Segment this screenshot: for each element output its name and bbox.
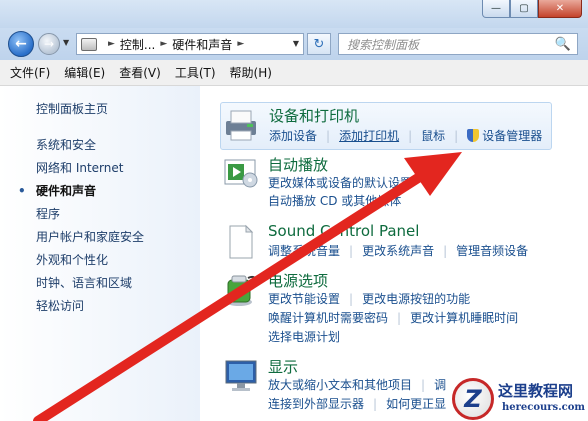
link-sleep-time[interactable]: 更改计算机睡眠时间 [410,309,518,326]
sidebar-list: 系统和安全 网络和 Internet 硬件和声音 程序 用户帐户和家庭安全 外观… [18,134,144,318]
breadcrumb-control-panel[interactable]: 控制... [120,36,155,53]
monitor-icon [225,360,257,391]
sidebar-item-user-accounts[interactable]: 用户帐户和家庭安全 [36,226,144,249]
uac-shield-icon [467,129,480,142]
address-bar[interactable]: ► 控制... ► 硬件和声音 ► ▼ [76,33,304,55]
category-title-autoplay[interactable]: 自动播放 [268,154,328,175]
maximize-button[interactable]: ▢ [510,0,538,18]
link-adjust-volume[interactable]: 调整系统音量 [268,242,340,259]
search-placeholder: 搜索控制面板 [347,37,420,52]
sidebar-item-hardware-sound[interactable]: 硬件和声音 [18,180,144,203]
watermark-name: 这里教程网 [498,382,574,400]
link-autoplay-cd[interactable]: 自动播放 CD 或其他媒体 [268,192,401,209]
category-title-power[interactable]: 电源选项 [268,270,328,291]
search-input[interactable]: 搜索控制面板 🔍 [338,33,578,55]
sidebar-item-system-security[interactable]: 系统和安全 [36,134,144,157]
category-power[interactable]: 电源选项 更改节能设置 | 更改电源按钮的功能 唤醒计算机时需要密码 | 更改计… [220,268,552,348]
link-add-printer[interactable]: 添加打印机 [339,127,399,144]
watermark-logo: Z [452,378,494,420]
menu-bar: 文件(F) 编辑(E) 查看(V) 工具(T) 帮助(H) [0,60,588,86]
recent-pages-dropdown-icon[interactable]: ▼ [63,38,69,47]
category-links-autoplay-row1: 更改媒体或设备的默认设置 [268,174,412,191]
category-autoplay[interactable]: 自动播放 更改媒体或设备的默认设置 自动播放 CD 或其他媒体 [220,152,552,208]
title-bar: — ▢ ✕ [0,0,588,28]
category-links-autoplay-row2: 自动播放 CD 或其他媒体 [268,192,401,209]
link-text-size[interactable]: 放大或缩小文本和其他项目 [268,376,412,393]
breadcrumb-separator-icon[interactable]: ► [160,39,167,49]
menu-file[interactable]: 文件(F) [10,64,50,81]
link-external-display[interactable]: 连接到外部显示器 [268,395,364,412]
sidebar-item-appearance[interactable]: 外观和个性化 [36,249,144,272]
category-links-power-row3: 选择电源计划 [268,328,340,345]
link-wake-password[interactable]: 唤醒计算机时需要密码 [268,309,388,326]
link-correct-display[interactable]: 如何更正显 [386,395,446,412]
link-manage-audio-devices[interactable]: 管理音频设备 [456,242,528,259]
link-change-sounds[interactable]: 更改系统声音 [362,242,434,259]
back-button[interactable]: ← [8,31,34,57]
link-device-manager[interactable]: 设备管理器 [482,127,542,144]
watermark: Z 这里教程网 herecours.com [452,376,588,421]
link-mouse[interactable]: 鼠标 [421,127,445,144]
menu-edit[interactable]: 编辑(E) [64,64,105,81]
main-content: 设备和打印机 添加设备 | 添加打印机 | 鼠标 | 设备管理器 自动播放 更改… [200,86,588,421]
sidebar-item-clock-language[interactable]: 时钟、语言和区域 [36,272,144,295]
category-links-display-row1: 放大或缩小文本和其他项目 | 调 [268,376,447,393]
sidebar-item-programs[interactable]: 程序 [36,203,144,226]
category-links-power-row2: 唤醒计算机时需要密码 | 更改计算机睡眠时间 [268,309,519,326]
category-sound[interactable]: Sound Control Panel 调整系统音量 | 更改系统声音 | 管理… [220,220,552,264]
link-power-buttons[interactable]: 更改电源按钮的功能 [362,290,470,307]
category-links-power-row1: 更改节能设置 | 更改电源按钮的功能 [268,290,471,307]
category-links-devices: 添加设备 | 添加打印机 | 鼠标 | 设备管理器 [269,127,543,144]
breadcrumb-separator-icon[interactable]: ► [108,39,115,49]
category-title-sound[interactable]: Sound Control Panel [268,222,419,240]
breadcrumb-separator-icon[interactable]: ► [237,39,244,49]
battery-icon [226,275,259,306]
search-icon[interactable]: 🔍 [555,37,571,52]
minimize-button[interactable]: — [482,0,510,18]
menu-view[interactable]: 查看(V) [119,64,161,81]
sidebar-item-network[interactable]: 网络和 Internet [36,157,144,180]
link-add-device[interactable]: 添加设备 [269,127,317,144]
document-icon [229,224,254,259]
link-power-plan[interactable]: 选择电源计划 [268,328,340,345]
link-display-more[interactable]: 调 [434,376,446,393]
close-button[interactable]: ✕ [538,0,582,18]
category-links-sound: 调整系统音量 | 更改系统声音 | 管理音频设备 [268,242,529,259]
menu-help[interactable]: 帮助(H) [230,64,272,81]
category-title-display[interactable]: 显示 [268,356,298,377]
link-power-saving[interactable]: 更改节能设置 [268,290,340,307]
sidebar-home-link[interactable]: 控制面板主页 [36,100,108,117]
sidebar: 控制面板主页 系统和安全 网络和 Internet 硬件和声音 程序 用户帐户和… [0,86,200,421]
forward-button[interactable]: → [38,33,60,55]
link-change-media-defaults[interactable]: 更改媒体或设备的默认设置 [268,174,412,191]
control-panel-icon [81,37,97,51]
category-links-display-row2: 连接到外部显示器 | 如何更正显 [268,395,447,412]
category-title-devices-printers[interactable]: 设备和打印机 [269,105,359,126]
menu-tools[interactable]: 工具(T) [175,64,216,81]
address-dropdown-icon[interactable]: ▼ [293,39,299,48]
printer-icon [226,110,256,141]
navigation-bar: ← → ▼ ► 控制... ► 硬件和声音 ► ▼ ↻ 搜索控制面板 🔍 [0,28,588,60]
breadcrumb-hardware-sound[interactable]: 硬件和声音 [172,36,232,53]
refresh-button[interactable]: ↻ [307,33,331,55]
category-devices-printers[interactable]: 设备和打印机 添加设备 | 添加打印机 | 鼠标 | 设备管理器 [220,102,552,150]
watermark-url: herecours.com [502,402,586,413]
autoplay-icon [224,159,258,188]
window-controls: — ▢ ✕ [482,0,582,18]
sidebar-item-ease-of-access[interactable]: 轻松访问 [36,295,144,318]
